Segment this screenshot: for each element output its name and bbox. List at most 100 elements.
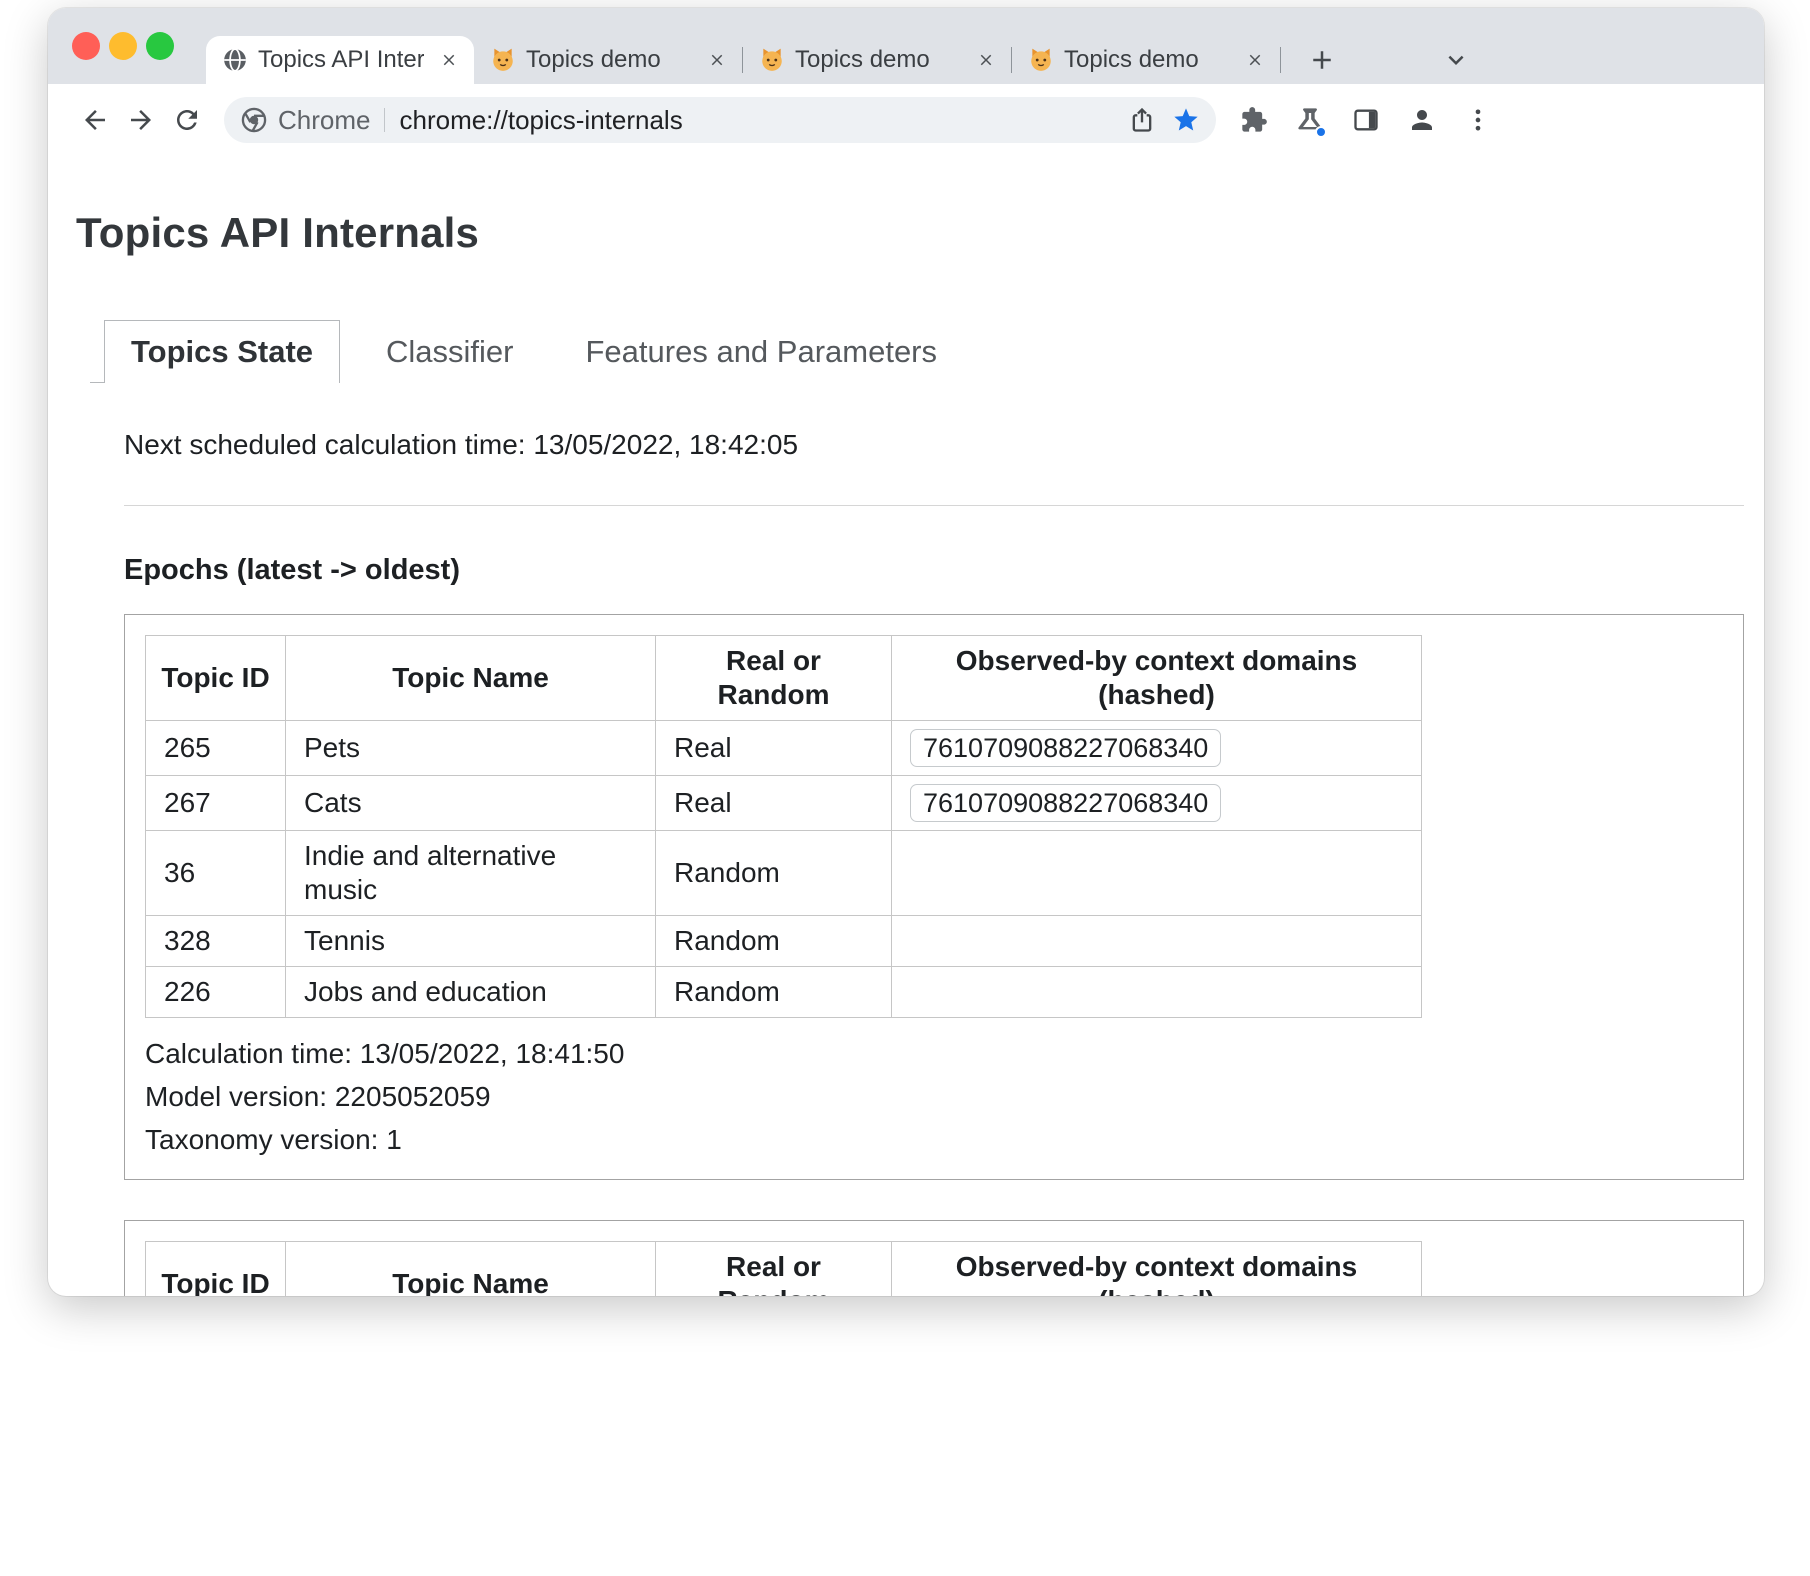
topic-id-cell: 36 xyxy=(146,831,286,916)
cat-favicon-icon xyxy=(1028,47,1054,73)
topics-state-pane: Next scheduled calculation time: 13/05/2… xyxy=(48,383,1764,1296)
epoch-info: Calculation time: 13/05/2022, 18:41:50 M… xyxy=(145,1036,1723,1157)
forward-button[interactable] xyxy=(118,97,164,143)
real-or-random-cell: Random xyxy=(656,831,892,916)
topic-id-cell: 226 xyxy=(146,967,286,1018)
profile-button[interactable] xyxy=(1398,96,1446,144)
real-or-random-cell: Real xyxy=(656,776,892,831)
side-panel-icon xyxy=(1352,106,1380,134)
domains-cell xyxy=(892,967,1422,1018)
topic-id-cell: 328 xyxy=(146,916,286,967)
tab-separator xyxy=(1280,47,1281,73)
new-tab-button[interactable] xyxy=(1301,39,1343,81)
extensions-button[interactable] xyxy=(1230,96,1278,144)
puzzle-icon xyxy=(1240,106,1268,134)
table-row: 36 Indie and alternative music Random xyxy=(146,831,1422,916)
tab-close-icon[interactable] xyxy=(971,45,1001,75)
notification-dot xyxy=(1315,126,1327,138)
topic-name-cell: Tennis xyxy=(286,916,656,967)
domains-cell: 7610709088227068340 xyxy=(892,776,1422,831)
real-or-random-cell: Random xyxy=(656,916,892,967)
tab-label: Topics demo xyxy=(795,46,961,74)
window-controls xyxy=(72,32,174,60)
back-button[interactable] xyxy=(72,97,118,143)
domain-hash-box[interactable]: 7610709088227068340 xyxy=(910,784,1221,822)
tab-close-icon[interactable] xyxy=(1240,45,1270,75)
browser-tab-topics-demo-1[interactable]: Topics demo xyxy=(474,36,742,84)
bookmark-star-button[interactable] xyxy=(1164,98,1208,142)
topic-name-cell: Pets xyxy=(286,721,656,776)
next-calculation-text: Next scheduled calculation time: 13/05/2… xyxy=(124,427,1744,463)
browser-toolbar: Chrome chrome://topics-internals xyxy=(48,84,1764,156)
omnibox-site-label: Chrome xyxy=(278,105,370,136)
table-header-row: Topic ID Topic Name Real or Random Obser… xyxy=(146,1242,1422,1297)
reload-button[interactable] xyxy=(164,97,210,143)
topic-name-cell: Jobs and education xyxy=(286,967,656,1018)
tab-strip: Topics API Intern Topics demo xyxy=(48,8,1764,84)
tab-label: Topics API Intern xyxy=(258,46,424,74)
forward-arrow-icon xyxy=(126,105,156,135)
tab-search-button[interactable] xyxy=(1435,39,1477,81)
real-or-random-cell: Real xyxy=(656,721,892,776)
share-icon xyxy=(1128,106,1156,134)
minimize-button[interactable] xyxy=(109,32,137,60)
col-header-topic-name: Topic Name xyxy=(286,1242,656,1297)
tab-lead-line xyxy=(90,382,104,383)
chevron-down-icon xyxy=(1441,45,1471,75)
col-header-real-or-random: Real or Random xyxy=(656,1242,892,1297)
browser-tab-topics-demo-3[interactable]: Topics demo xyxy=(1012,36,1280,84)
chrome-logo-icon xyxy=(240,106,268,134)
domain-hash-box[interactable]: 7610709088227068340 xyxy=(910,729,1221,767)
tab-label: Topics demo xyxy=(1064,46,1230,74)
table-header-row: Topic ID Topic Name Real or Random Obser… xyxy=(146,636,1422,721)
epochs-heading: Epochs (latest -> oldest) xyxy=(124,552,1744,588)
side-panel-button[interactable] xyxy=(1342,96,1390,144)
browser-tab-topics-demo-2[interactable]: Topics demo xyxy=(743,36,1011,84)
labs-button[interactable] xyxy=(1286,96,1334,144)
cat-favicon-icon xyxy=(490,47,516,73)
epoch-panel: Topic ID Topic Name Real or Random Obser… xyxy=(124,1220,1744,1296)
avatar-icon xyxy=(1407,105,1437,135)
col-header-real-or-random: Real or Random xyxy=(656,636,892,721)
omnibox-divider xyxy=(384,108,385,132)
chrome-page-favicon-icon xyxy=(222,47,248,73)
domains-cell xyxy=(892,916,1422,967)
tab-label: Topics demo xyxy=(526,46,692,74)
table-row: 226 Jobs and education Random xyxy=(146,967,1422,1018)
domains-cell: 7610709088227068340 xyxy=(892,721,1422,776)
share-button[interactable] xyxy=(1120,98,1164,142)
table-row: 328 Tennis Random xyxy=(146,916,1422,967)
page-content: Topics API Internals Topics State Classi… xyxy=(48,208,1764,1296)
omnibox[interactable]: Chrome chrome://topics-internals xyxy=(224,97,1216,143)
calculation-time-text: Calculation time: 13/05/2022, 18:41:50 xyxy=(145,1036,1723,1071)
col-header-topic-id: Topic ID xyxy=(146,1242,286,1297)
epoch-panel: Topic ID Topic Name Real or Random Obser… xyxy=(124,614,1744,1180)
col-header-topic-name: Topic Name xyxy=(286,636,656,721)
browser-tabs: Topics API Intern Topics demo xyxy=(206,8,1477,84)
reload-icon xyxy=(172,105,202,135)
topic-name-cell: Cats xyxy=(286,776,656,831)
tab-classifier[interactable]: Classifier xyxy=(360,321,539,383)
section-divider xyxy=(124,505,1744,506)
zoom-button[interactable] xyxy=(146,32,174,60)
model-version-text: Model version: 2205052059 xyxy=(145,1079,1723,1114)
page-tabs: Topics State Classifier Features and Par… xyxy=(90,320,1744,383)
menu-button[interactable] xyxy=(1454,96,1502,144)
topic-id-cell: 265 xyxy=(146,721,286,776)
epoch-table: Topic ID Topic Name Real or Random Obser… xyxy=(145,1241,1422,1296)
omnibox-url[interactable]: chrome://topics-internals xyxy=(399,105,1120,136)
cat-favicon-icon xyxy=(759,47,785,73)
tab-close-icon[interactable] xyxy=(434,45,464,75)
tab-features-parameters[interactable]: Features and Parameters xyxy=(560,321,964,383)
plus-icon xyxy=(1307,45,1337,75)
close-button[interactable] xyxy=(72,32,100,60)
browser-tab-topics-internals[interactable]: Topics API Intern xyxy=(206,36,474,84)
col-header-observed-domains: Observed-by context domains (hashed) xyxy=(892,1242,1422,1297)
tab-close-icon[interactable] xyxy=(702,45,732,75)
real-or-random-cell: Random xyxy=(656,967,892,1018)
page-title: Topics API Internals xyxy=(76,208,1764,258)
star-icon xyxy=(1172,106,1200,134)
domains-cell xyxy=(892,831,1422,916)
topic-name-cell: Indie and alternative music xyxy=(286,831,656,916)
tab-topics-state[interactable]: Topics State xyxy=(104,320,340,383)
